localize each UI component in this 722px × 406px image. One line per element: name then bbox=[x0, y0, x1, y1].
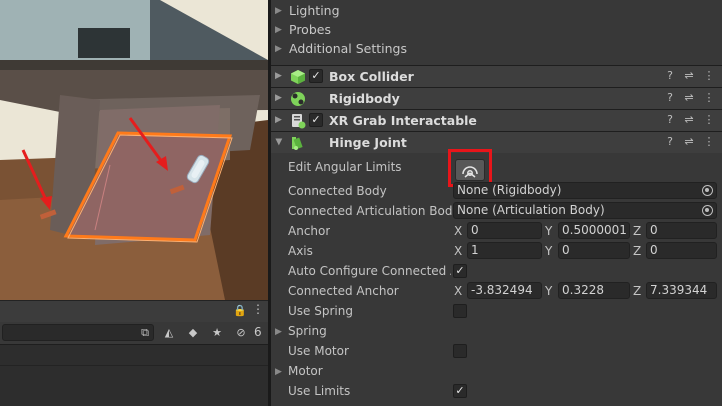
component-xr-grab-interactable[interactable]: ▶ ✓ XR Grab Interactable ? ⇌ ⋮ bbox=[271, 109, 722, 131]
scene-search-input[interactable] bbox=[2, 324, 154, 341]
scene-render bbox=[0, 0, 268, 300]
more-menu-icon[interactable]: ⋮ bbox=[702, 69, 716, 83]
project-panel bbox=[0, 344, 268, 406]
scene-toolbar bbox=[0, 300, 268, 322]
use-motor-label: Use Motor bbox=[288, 344, 349, 358]
component-title: Rigidbody bbox=[329, 91, 400, 106]
tag-icon[interactable]: ◆ bbox=[184, 325, 202, 341]
more-menu-icon[interactable]: ⋮ bbox=[702, 135, 716, 149]
inspector-panel: ▶ Lighting ▶ Probes ▶ Additional Setting… bbox=[271, 0, 722, 406]
axis-label: Axis bbox=[288, 244, 313, 258]
component-hinge-joint[interactable]: ▶ Hinge Joint ? ⇌ ⋮ bbox=[271, 131, 722, 153]
component-title: Hinge Joint bbox=[329, 135, 407, 150]
chevron-right-icon[interactable]: ▶ bbox=[275, 93, 282, 103]
axis-z-label[interactable]: Z bbox=[633, 244, 641, 258]
axis-x-field[interactable]: 1 bbox=[467, 242, 542, 259]
connected-body-label: Connected Body bbox=[288, 184, 387, 198]
hinge-joint-icon bbox=[292, 137, 303, 150]
section-lighting[interactable]: Lighting bbox=[289, 3, 340, 18]
shapes-icon[interactable]: ◭ bbox=[160, 325, 178, 341]
eye-hidden-icon[interactable]: ⊘ bbox=[232, 325, 250, 341]
more-menu-icon[interactable]: ⋮ bbox=[702, 91, 716, 105]
auto-configure-checkbox[interactable]: ✓ bbox=[453, 264, 467, 278]
axis-y-label[interactable]: Y bbox=[545, 244, 552, 258]
section-probes[interactable]: Probes bbox=[289, 22, 331, 37]
axis-z-label[interactable]: Z bbox=[633, 224, 641, 238]
connected-anchor-label: Connected Anchor bbox=[288, 284, 399, 298]
use-limits-checkbox[interactable]: ✓ bbox=[453, 384, 467, 398]
motor-foldout[interactable]: Motor bbox=[288, 364, 323, 378]
chevron-down-icon[interactable]: ▶ bbox=[273, 139, 283, 146]
use-spring-label: Use Spring bbox=[288, 304, 353, 318]
box-collider-enabled-checkbox[interactable]: ✓ bbox=[309, 69, 323, 83]
connected-articulation-body-field[interactable]: None (Articulation Body) bbox=[453, 202, 717, 219]
anchor-label: Anchor bbox=[288, 224, 331, 238]
component-box-collider[interactable]: ▶ ✓ Box Collider ? ⇌ ⋮ bbox=[271, 65, 722, 87]
component-rigidbody[interactable]: ▶ Rigidbody ? ⇌ ⋮ bbox=[271, 87, 722, 109]
axis-y-label[interactable]: Y bbox=[545, 224, 552, 238]
connected-anchor-x-field[interactable]: -3.832494 bbox=[467, 282, 542, 299]
chevron-right-icon[interactable]: ▶ bbox=[275, 327, 282, 337]
anchor-y-field[interactable]: 0.5000001 bbox=[558, 222, 630, 239]
object-picker-icon[interactable] bbox=[702, 205, 713, 216]
rigidbody-icon bbox=[291, 92, 305, 106]
axis-x-label[interactable]: X bbox=[454, 244, 462, 258]
anchor-x-field[interactable]: 0 bbox=[467, 222, 542, 239]
help-icon[interactable]: ? bbox=[663, 69, 677, 83]
axis-z-label[interactable]: Z bbox=[633, 284, 641, 298]
chevron-right-icon[interactable]: ▶ bbox=[275, 367, 282, 377]
connected-body-field[interactable]: None (Rigidbody) bbox=[453, 182, 717, 199]
chevron-right-icon[interactable]: ▶ bbox=[275, 71, 282, 81]
connected-anchor-y-field[interactable]: 0.3228 bbox=[558, 282, 630, 299]
help-icon[interactable]: ? bbox=[663, 91, 677, 105]
chevron-right-icon[interactable]: ▶ bbox=[275, 44, 282, 54]
more-menu-icon[interactable]: ⋮ bbox=[702, 113, 716, 127]
connected-body-value: None (Rigidbody) bbox=[457, 183, 562, 197]
spring-foldout[interactable]: Spring bbox=[288, 324, 327, 338]
presets-icon[interactable]: ⇌ bbox=[682, 113, 696, 127]
component-title: Box Collider bbox=[329, 69, 414, 84]
use-motor-checkbox[interactable] bbox=[453, 344, 467, 358]
connected-anchor-z-field[interactable]: 7.339344 bbox=[646, 282, 717, 299]
star-icon[interactable]: ★ bbox=[208, 325, 226, 341]
axis-y-label[interactable]: Y bbox=[545, 284, 552, 298]
axis-z-field[interactable]: 0 bbox=[646, 242, 717, 259]
hidden-count: 6 bbox=[254, 325, 262, 339]
component-title: XR Grab Interactable bbox=[329, 113, 477, 128]
help-icon[interactable]: ? bbox=[663, 113, 677, 127]
connected-articulation-body-value: None (Articulation Body) bbox=[457, 203, 605, 217]
use-limits-label: Use Limits bbox=[288, 384, 351, 398]
box-collider-icon bbox=[291, 70, 305, 84]
connected-articulation-body-label: Connected Articulation Body bbox=[288, 204, 453, 218]
chevron-right-icon[interactable]: ▶ bbox=[275, 25, 282, 35]
chevron-right-icon[interactable]: ▶ bbox=[275, 6, 282, 16]
axis-x-label[interactable]: X bbox=[454, 224, 462, 238]
xr-grab-icon bbox=[292, 114, 306, 129]
scene-view[interactable] bbox=[0, 0, 268, 300]
more-menu-icon[interactable]: ⋮ bbox=[252, 302, 264, 316]
presets-icon[interactable]: ⇌ bbox=[682, 135, 696, 149]
anchor-z-field[interactable]: 0 bbox=[646, 222, 717, 239]
presets-icon[interactable]: ⇌ bbox=[682, 69, 696, 83]
axis-x-label[interactable]: X bbox=[454, 284, 462, 298]
open-window-icon[interactable]: ⧉ bbox=[136, 325, 154, 341]
chevron-right-icon[interactable]: ▶ bbox=[275, 115, 282, 125]
axis-y-field[interactable]: 0 bbox=[558, 242, 630, 259]
object-picker-icon[interactable] bbox=[702, 185, 713, 196]
help-icon[interactable]: ? bbox=[663, 135, 677, 149]
presets-icon[interactable]: ⇌ bbox=[682, 91, 696, 105]
use-spring-checkbox[interactable] bbox=[453, 304, 467, 318]
section-additional-settings[interactable]: Additional Settings bbox=[289, 41, 407, 56]
auto-configure-label: Auto Configure Connected Ar bbox=[288, 264, 451, 278]
lock-icon[interactable]: 🔒 bbox=[233, 304, 247, 317]
edit-angular-limits-label: Edit Angular Limits bbox=[288, 160, 402, 174]
xr-grab-enabled-checkbox[interactable]: ✓ bbox=[309, 113, 323, 127]
